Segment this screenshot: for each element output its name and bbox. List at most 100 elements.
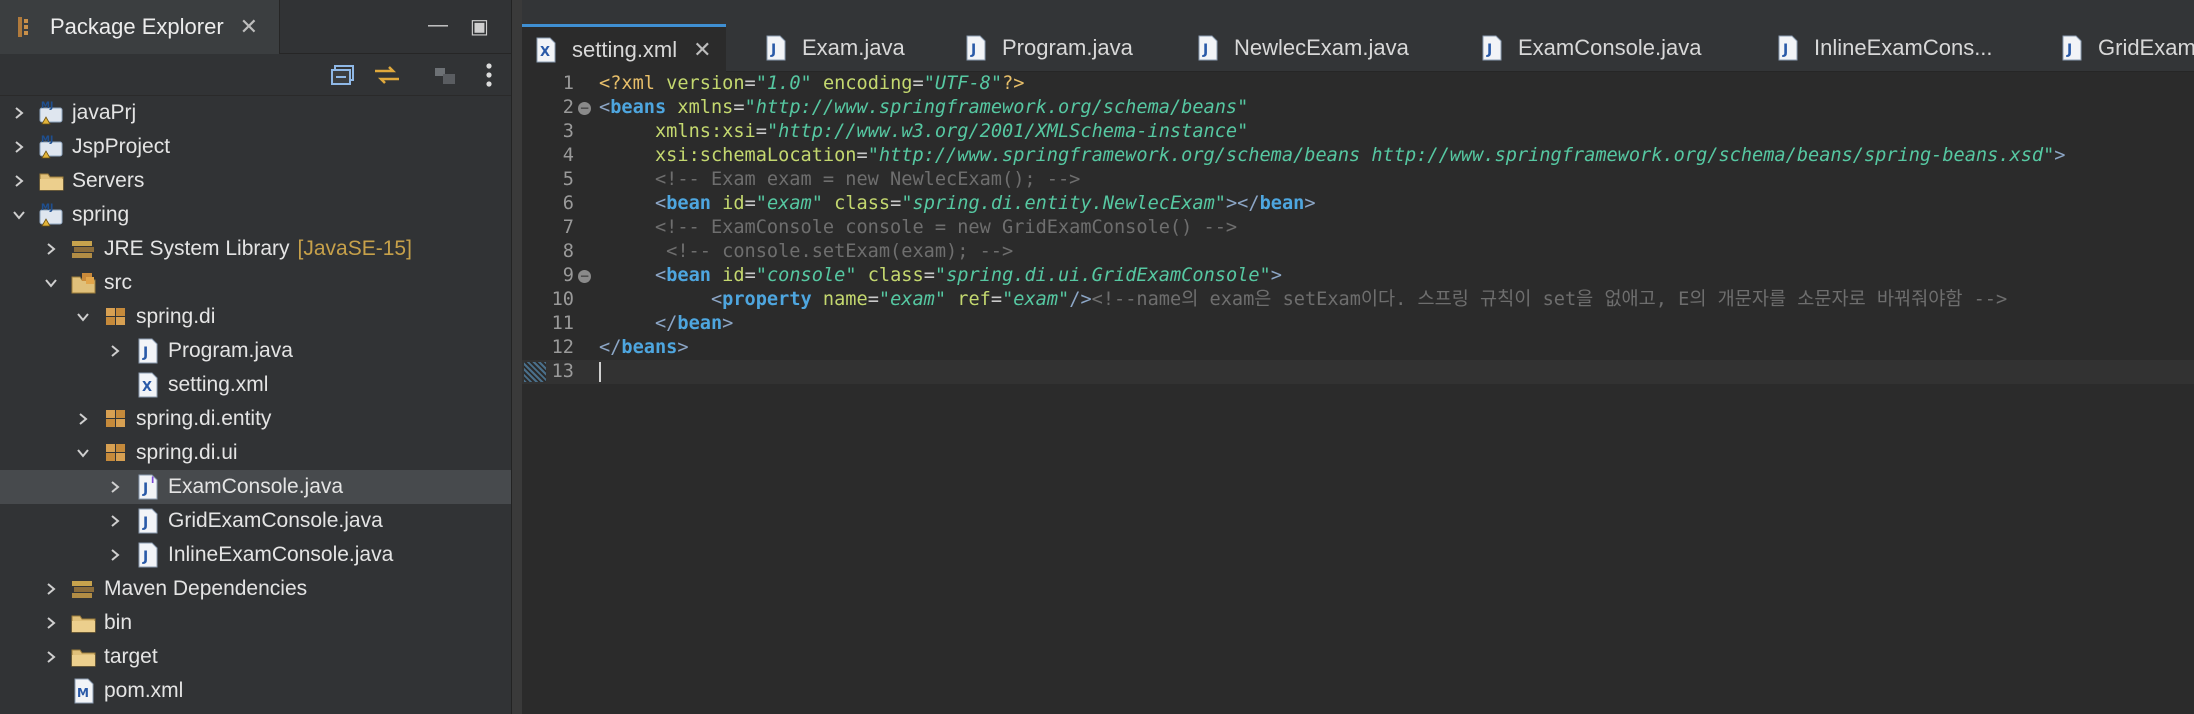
java-interface-icon: JI xyxy=(134,474,162,500)
chevron-right-icon[interactable] xyxy=(106,478,124,496)
chevron-right-icon[interactable] xyxy=(42,580,60,598)
chevron-right-icon[interactable] xyxy=(106,342,124,360)
code-line[interactable]: 4 xsi:schemaLocation="http://www.springf… xyxy=(522,144,2194,168)
code-token: < xyxy=(710,289,723,310)
close-icon[interactable]: ✕ xyxy=(240,14,258,40)
chevron-right-icon[interactable] xyxy=(106,512,124,530)
svg-text:X: X xyxy=(142,380,152,395)
code-token: = xyxy=(755,121,767,142)
tree-item[interactable]: Xsetting.xml xyxy=(0,368,511,402)
tree-item[interactable]: J GridExamConsole.java xyxy=(0,504,511,538)
code-line[interactable]: 6 <bean id="exam" class="spring.di.entit… xyxy=(522,192,2194,216)
chevron-down-icon[interactable] xyxy=(74,308,92,326)
java-file-icon: J xyxy=(134,338,162,364)
code-line[interactable]: 10 <property name="exam" ref="exam"/><!-… xyxy=(522,288,2194,312)
editor-tab[interactable]: Xsetting.xml ✕ xyxy=(522,24,726,72)
chevron-right-icon[interactable] xyxy=(10,104,28,122)
tree-item[interactable]: M Jspring xyxy=(0,198,511,232)
chevron-right-icon[interactable] xyxy=(42,240,60,258)
tree-item[interactable]: Mpom.xml xyxy=(0,674,511,708)
tree-item[interactable]: target xyxy=(0,640,511,674)
chevron-right-icon[interactable] xyxy=(10,172,28,190)
tree-item[interactable]: spring.di.entity xyxy=(0,402,511,436)
code-line[interactable]: 7 <!-- ExamConsole console = new GridExa… xyxy=(522,216,2194,240)
chevron-down-icon[interactable] xyxy=(42,274,60,292)
code-token: bean xyxy=(677,313,723,334)
tree-item[interactable]: J I ExamConsole.java xyxy=(0,470,511,504)
chevron-down-icon[interactable] xyxy=(10,206,28,224)
tree-item[interactable]: src xyxy=(0,266,511,300)
folder-icon xyxy=(70,610,98,636)
editor-tab[interactable]: J NewlecExam.java xyxy=(1194,24,1409,72)
code-text: xsi:schemaLocation="http://www.springfra… xyxy=(599,144,2066,168)
java-file-icon: J xyxy=(762,35,790,61)
code-line[interactable]: 5 <!-- Exam exam = new NewlecExam(); --> xyxy=(522,168,2194,192)
collapse-all-icon[interactable] xyxy=(328,61,358,89)
view-menu-icon[interactable] xyxy=(474,61,504,89)
code-text: <bean id="console" class="spring.di.ui.G… xyxy=(599,264,1282,288)
chevron-right-icon[interactable] xyxy=(10,138,28,156)
focus-icon[interactable] xyxy=(430,61,460,89)
code-token: id xyxy=(722,265,745,286)
editor-tab[interactable]: J Exam.java xyxy=(762,24,905,72)
svg-text:J: J xyxy=(142,345,148,361)
chevron-right-icon[interactable] xyxy=(74,410,92,428)
code-token: ></ xyxy=(1225,193,1260,214)
code-line[interactable]: 1 <?xml version="1.0" encoding="UTF-8"?> xyxy=(522,72,2194,96)
code-line[interactable]: 8 <!-- console.setExam(exam); --> xyxy=(522,240,2194,264)
code-token: < xyxy=(654,265,667,286)
code-line[interactable]: 13 xyxy=(522,360,2194,384)
tree-item[interactable]: J InlineExamConsole.java xyxy=(0,538,511,572)
minimize-icon[interactable]: — xyxy=(428,14,448,37)
tree-item-label: InlineExamConsole.java xyxy=(168,543,394,566)
maximize-icon[interactable]: ▣ xyxy=(470,14,489,39)
tree-item[interactable]: JRE System Library [JavaSE-15] xyxy=(0,232,511,266)
code-token: xsi:schemaLocation xyxy=(654,145,857,166)
tab-package-explorer[interactable]: Package Explorer ✕ xyxy=(0,0,280,54)
tree-item-label: spring.di.ui xyxy=(136,441,238,464)
editor-tab[interactable]: J GridExamC xyxy=(2058,24,2194,72)
code-token: = xyxy=(733,97,745,118)
editor-tab[interactable]: J ExamConsole.java xyxy=(1478,24,1701,72)
tree-item[interactable]: Maven Dependencies xyxy=(0,572,511,606)
fold-toggle-icon[interactable]: − xyxy=(578,270,591,283)
svg-text:X: X xyxy=(540,45,550,60)
tree-item[interactable]: M JjavaPrj xyxy=(0,96,511,130)
tree-item[interactable]: spring.di.ui xyxy=(0,436,511,470)
close-icon[interactable]: ✕ xyxy=(693,37,711,63)
editor-tab[interactable]: J InlineExamCons... xyxy=(1774,24,1993,72)
code-token: ref xyxy=(957,289,991,310)
code-line[interactable]: 12 </beans> xyxy=(522,336,2194,360)
svg-text:J: J xyxy=(1202,42,1208,58)
chevron-down-icon[interactable] xyxy=(74,444,92,462)
code-line[interactable]: 9− <bean id="console" class="spring.di.u… xyxy=(522,264,2194,288)
code-token: = xyxy=(990,289,1003,310)
svg-text:J: J xyxy=(2066,42,2072,58)
code-line[interactable]: 11 </bean> xyxy=(522,312,2194,336)
code-token: < xyxy=(599,97,611,118)
code-token: id xyxy=(722,193,745,214)
tree-item[interactable]: spring.di xyxy=(0,300,511,334)
tree-item[interactable]: M J JspProject xyxy=(0,130,511,164)
chevron-right-icon[interactable] xyxy=(42,614,60,632)
code-token: "UTF-8" xyxy=(923,73,1003,94)
fold-toggle-icon[interactable]: − xyxy=(578,102,591,115)
code-area[interactable]: 1 <?xml version="1.0" encoding="UTF-8"?> 2… xyxy=(522,72,2194,714)
code-line[interactable]: 3 xmlns:xsi="http://www.w3.org/2001/XMLS… xyxy=(522,120,2194,144)
chevron-right-icon[interactable] xyxy=(42,648,60,666)
editor-tab[interactable]: J Program.java xyxy=(962,24,1133,72)
tree-item[interactable]: J Program.java xyxy=(0,334,511,368)
code-token: name xyxy=(822,289,868,310)
view-sash[interactable] xyxy=(512,0,522,714)
svg-text:J: J xyxy=(142,515,148,531)
link-with-editor-icon[interactable] xyxy=(372,61,402,89)
code-line[interactable]: 2− <beans xmlns="http://www.springframewo… xyxy=(522,96,2194,120)
tree-item[interactable]: Servers xyxy=(0,164,511,198)
chevron-right-icon[interactable] xyxy=(106,546,124,564)
tree-item[interactable]: bin xyxy=(0,606,511,640)
svg-text:J: J xyxy=(142,549,148,565)
